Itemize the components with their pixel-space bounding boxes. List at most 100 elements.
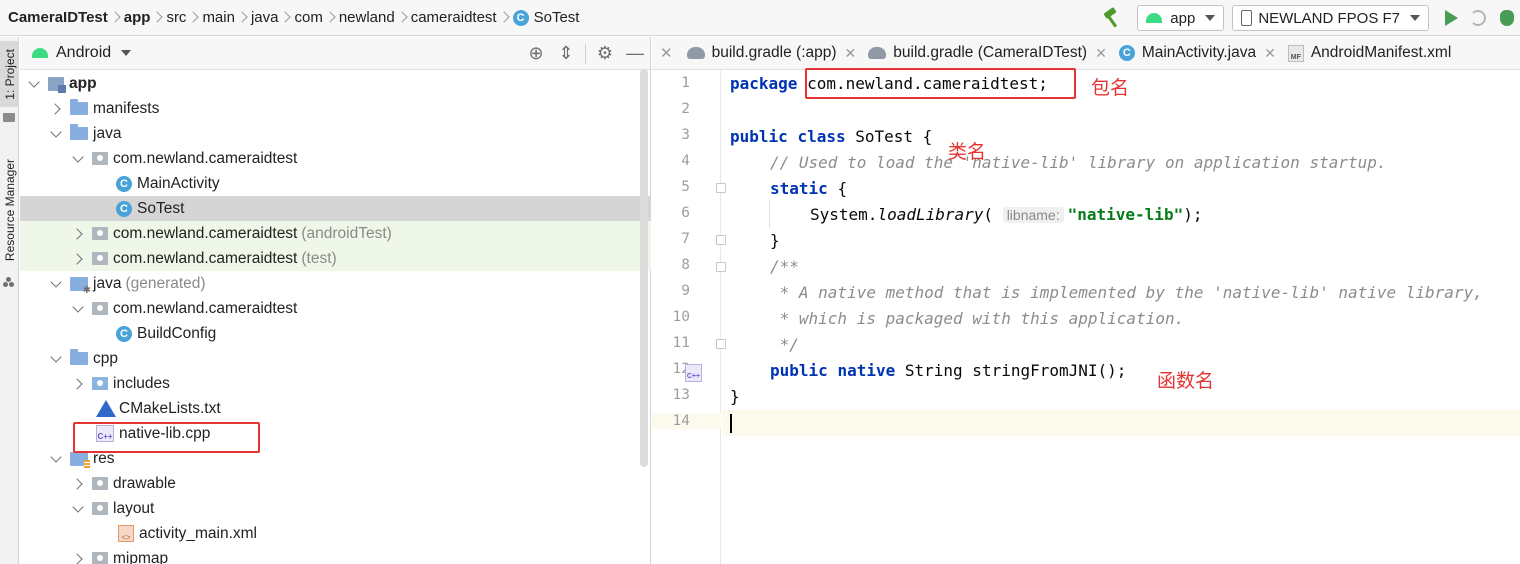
java-class-icon: C xyxy=(116,325,132,342)
chevron-down-icon[interactable] xyxy=(48,126,64,142)
gear-icon[interactable]: ⚙ xyxy=(590,37,620,70)
tree-node-java[interactable]: java xyxy=(20,121,651,146)
tree-label: cpp xyxy=(93,349,118,367)
tree-label: BuildConfig xyxy=(137,324,217,342)
tree-node-native-lib-cpp[interactable]: C++ native-lib.cpp xyxy=(20,421,651,446)
breadcrumb-item[interactable]: src xyxy=(166,9,186,26)
editor-tab[interactable]: C MainActivity.java ✕ xyxy=(1113,37,1282,69)
hide-panel-icon[interactable]: — xyxy=(620,37,650,70)
tree-label: CMakeLists.txt xyxy=(119,399,221,417)
module-icon xyxy=(48,76,66,93)
java-class-icon: C xyxy=(116,175,132,192)
debug-icon[interactable] xyxy=(1500,10,1514,26)
chevron-right-icon xyxy=(108,7,124,29)
tree-node-package[interactable]: com.newland.cameraidtest xyxy=(20,146,651,171)
chevron-right-icon[interactable] xyxy=(70,251,86,267)
collapse-all-icon[interactable]: ⇕ xyxy=(551,37,581,70)
chevron-right-icon[interactable] xyxy=(70,376,86,392)
locate-file-icon[interactable]: ⊕ xyxy=(521,37,551,70)
tree-node-package-generated[interactable]: com.newland.cameraidtest xyxy=(20,296,651,321)
chevron-right-icon[interactable] xyxy=(70,226,86,242)
toolbar: app NEWLAND FPOS F7 xyxy=(1101,0,1520,36)
breadcrumb-item[interactable]: newland xyxy=(339,9,395,26)
editor-tab[interactable]: build.gradle (:app) ✕ xyxy=(681,37,863,69)
annotation-package-name: 包名 xyxy=(1091,77,1130,99)
project-tool-tab[interactable]: 1: Project xyxy=(0,41,19,107)
breadcrumb-item[interactable]: CameraIDTest xyxy=(8,9,108,26)
tree-node-manifests[interactable]: manifests xyxy=(20,96,651,121)
tree-node-sotest[interactable]: C SoTest xyxy=(20,196,651,221)
run-configuration-select[interactable]: app xyxy=(1137,5,1225,31)
chevron-right-icon[interactable] xyxy=(48,101,64,117)
keyword: static xyxy=(770,179,828,198)
folder-icon xyxy=(92,477,108,490)
line-number: 8 xyxy=(681,257,690,273)
editor-tab-label: AndroidManifest.xml xyxy=(1310,44,1452,61)
breadcrumb-item[interactable]: main xyxy=(202,9,235,26)
tree-node-drawable[interactable]: drawable xyxy=(20,471,651,496)
line-number: 4 xyxy=(681,153,690,169)
editor-tab[interactable]: build.gradle (CameraIDTest) ✕ xyxy=(862,37,1113,69)
device-select[interactable]: NEWLAND FPOS F7 xyxy=(1232,5,1429,31)
editor-gutter: 1 2 3 4 5 6 7 8 9 10 11 12 13 14 C++ xyxy=(652,70,726,564)
tree-node-java-generated[interactable]: java (generated) xyxy=(20,271,651,296)
paren: ( xyxy=(983,205,994,224)
tree-node-cmakelists[interactable]: CMakeLists.txt xyxy=(20,396,651,421)
close-icon[interactable]: ✕ xyxy=(1264,45,1276,62)
line-number: 5 xyxy=(681,179,690,195)
run-icon[interactable] xyxy=(1445,10,1458,26)
breadcrumb-item-current[interactable]: C SoTest xyxy=(512,9,579,26)
resource-manager-tab[interactable]: Resource Manager xyxy=(0,149,19,271)
chevron-down-icon[interactable] xyxy=(48,276,64,292)
tree-node-res[interactable]: res xyxy=(20,446,651,471)
tree-scrollbar[interactable] xyxy=(640,69,648,467)
editor-tab-label: MainActivity.java xyxy=(1141,44,1257,61)
breadcrumb-item[interactable]: cameraidtest xyxy=(411,9,497,26)
include-folder-icon xyxy=(92,377,108,390)
tree-node-includes[interactable]: includes xyxy=(20,371,651,396)
tree-node-buildconfig[interactable]: C BuildConfig xyxy=(20,321,651,346)
identifier: System. xyxy=(810,205,878,224)
resource-manager-icon xyxy=(3,277,15,287)
java-class-icon: C xyxy=(1118,45,1135,61)
code-line-13: } xyxy=(730,387,740,406)
breadcrumb-item[interactable]: app xyxy=(124,9,151,26)
run-configuration-label: app xyxy=(1170,9,1196,27)
chevron-right-icon[interactable] xyxy=(70,551,86,564)
close-icon[interactable]: ✕ xyxy=(660,44,673,62)
tree-node-package-test[interactable]: com.newland.cameraidtest (test) xyxy=(20,246,651,271)
manifest-icon: MF xyxy=(1287,44,1304,62)
tree-node-mipmap[interactable]: mipmap xyxy=(20,546,651,564)
tree-node-cpp[interactable]: cpp xyxy=(20,346,651,371)
apply-changes-icon[interactable] xyxy=(1470,10,1486,26)
tree-label: MainActivity xyxy=(137,174,220,192)
editor-tab-bar: ✕ build.gradle (:app) ✕ build.gradle (Ca… xyxy=(652,37,1520,70)
chevron-right-icon[interactable] xyxy=(70,476,86,492)
tree-suffix: (generated) xyxy=(125,274,206,292)
project-panel: Android ⊕ ⇕ ⚙ — app manifests java com.n… xyxy=(20,37,651,564)
tree-node-mainactivity[interactable]: C MainActivity xyxy=(20,171,651,196)
code-line-8: /** xyxy=(770,257,799,276)
tree-node-layout[interactable]: layout xyxy=(20,496,651,521)
chevron-down-icon[interactable] xyxy=(121,50,132,56)
code-line-14-current[interactable] xyxy=(722,410,1520,436)
code-editor[interactable]: package com.newland.cameraidtest; public… xyxy=(722,70,1520,564)
tree-node-app[interactable]: app xyxy=(20,71,651,96)
chevron-down-icon[interactable] xyxy=(48,351,64,367)
breadcrumb-item[interactable]: com xyxy=(294,9,322,26)
project-view-selector[interactable]: Android xyxy=(56,44,111,62)
cpp-navigation-icon[interactable]: C++ xyxy=(685,364,702,382)
chevron-down-icon[interactable] xyxy=(70,501,86,517)
build-hammer-icon[interactable] xyxy=(1101,7,1123,29)
editor-tab[interactable]: MF AndroidManifest.xml xyxy=(1282,37,1457,69)
line-number: 3 xyxy=(681,127,690,143)
chevron-down-icon[interactable] xyxy=(26,76,42,92)
chevron-down-icon[interactable] xyxy=(48,451,64,467)
tree-node-package-androidtest[interactable]: com.newland.cameraidtest (androidTest) xyxy=(20,221,651,246)
close-icon[interactable]: ✕ xyxy=(845,45,857,62)
chevron-down-icon[interactable] xyxy=(70,151,86,167)
chevron-down-icon[interactable] xyxy=(70,301,86,317)
close-icon[interactable]: ✕ xyxy=(1095,45,1107,62)
tree-node-activity-main-xml[interactable]: <> activity_main.xml xyxy=(20,521,651,546)
breadcrumb-item[interactable]: java xyxy=(251,9,279,26)
